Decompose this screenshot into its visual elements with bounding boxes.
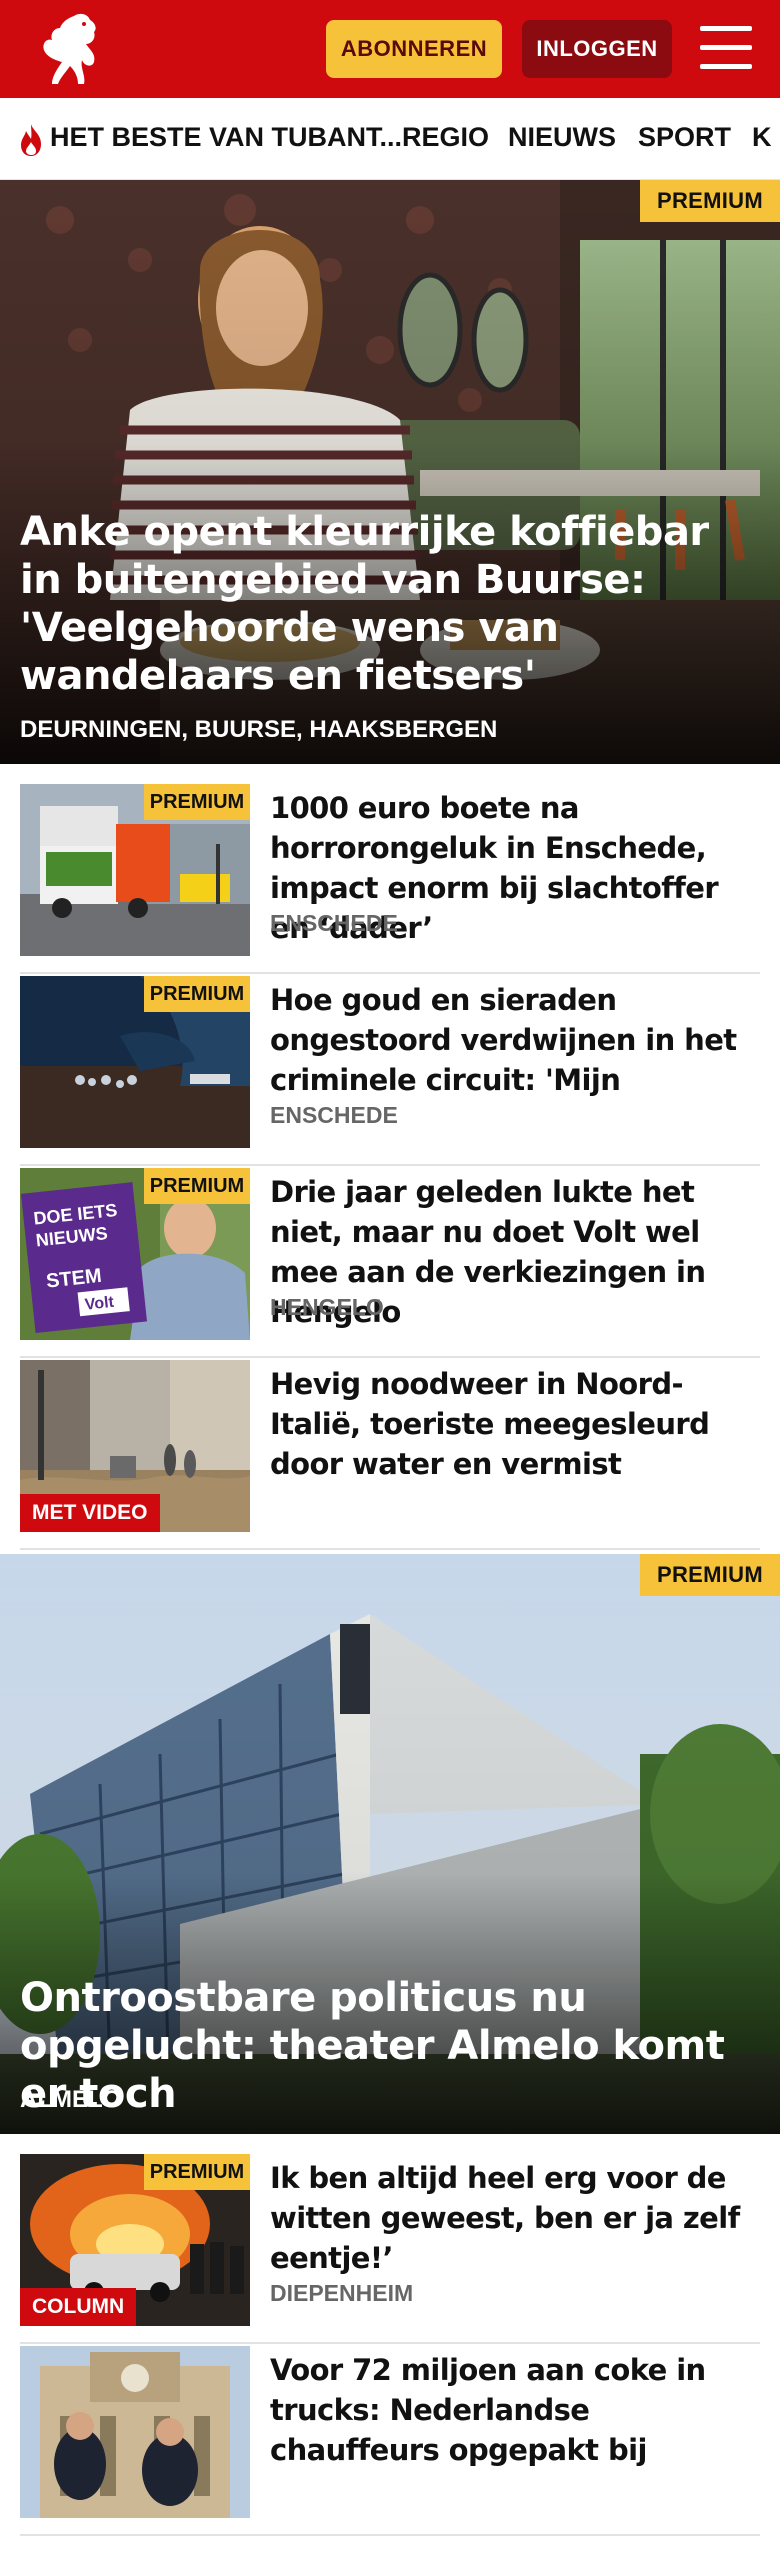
article-item[interactable]: PREMIUM COLUMN Ik ben altijd heel erg vo…	[20, 2154, 760, 2344]
article-location: ENSCHEDE	[270, 1102, 398, 1128]
article-title[interactable]: Hevig noodweer in Noord-Italië, toeriste…	[270, 1364, 760, 1484]
article-item[interactable]: PREMIUM Hoe goud en sieraden ongestoord …	[20, 976, 760, 1166]
subscribe-button[interactable]: ABONNEREN	[326, 20, 502, 78]
section-nav: HET BESTE VAN TUBANT... REGIO NIEUWS SPO…	[0, 98, 780, 180]
article-location: HENGELO	[270, 1294, 384, 1320]
hero-location: ALMELO	[20, 2086, 122, 2113]
hero-article-koffiebar[interactable]: PREMIUM Anke opent kleurrijke koffiebar …	[0, 180, 780, 764]
hamburger-menu-icon[interactable]	[700, 24, 752, 72]
premium-badge: PREMIUM	[640, 1554, 780, 1596]
thumbnail-fire: PREMIUM COLUMN	[20, 2154, 250, 2326]
article-title[interactable]: Voor 72 miljoen aan coke in trucks: Nede…	[270, 2350, 760, 2470]
premium-badge: PREMIUM	[640, 180, 780, 222]
nav-item-sport[interactable]: SPORT	[638, 122, 731, 153]
article-item[interactable]: PREMIUM 1000 euro boete na horroronge­lu…	[20, 784, 760, 974]
hero-article-theater[interactable]: PREMIUM Ontroostbare politicus nu opgelu…	[0, 1554, 780, 2134]
thumbnail-volt: DOE IETS NIEUWS STEM Volt PREMIUM	[20, 1168, 250, 1340]
hero-location: DEURNINGEN, BUURSE, HAAKSBERGEN	[20, 716, 498, 743]
article-item[interactable]: DOE IETS NIEUWS STEM Volt PREMIUM Drie j…	[20, 1168, 760, 1358]
article-item[interactable]: Voor 72 miljoen aan coke in trucks: Nede…	[20, 2346, 760, 2536]
nav-item-truncated[interactable]: K	[752, 122, 772, 153]
premium-badge: PREMIUM	[144, 2154, 250, 2190]
thumbnail-jewelry: PREMIUM	[20, 976, 250, 1148]
premium-badge: PREMIUM	[144, 976, 250, 1012]
article-location: DIEPENHEIM	[270, 2280, 414, 2306]
column-badge: COLUMN	[20, 2288, 137, 2326]
nav-item-best-of-tubantia[interactable]: HET BESTE VAN TUBANT...	[50, 122, 402, 153]
article-title[interactable]: Hoe goud en sieraden ongestoord verdwijn…	[270, 980, 760, 1100]
thumbnail-police	[20, 2346, 250, 2518]
video-badge: MET VIDEO	[20, 1494, 160, 1532]
thumbnail-flood: MET VIDEO	[20, 1360, 250, 1532]
nav-item-regio[interactable]: REGIO	[402, 122, 489, 153]
hero-headline[interactable]: Ontroostbare politicus nu opgelucht: the…	[20, 1974, 760, 2118]
sign-text: Volt	[84, 1294, 115, 1314]
flame-icon	[21, 124, 41, 156]
thumbnail-accident: PREMIUM	[20, 784, 250, 956]
premium-badge: PREMIUM	[144, 1168, 250, 1204]
article-title[interactable]: Ik ben altijd heel erg voor de witten ge…	[270, 2158, 760, 2278]
article-location: ENSCHEDE	[270, 910, 398, 936]
hero-headline[interactable]: Anke opent kleurrijke koffiebar in buite…	[20, 508, 760, 700]
nav-item-nieuws[interactable]: NIEUWS	[508, 122, 616, 153]
article-item[interactable]: MET VIDEO Hevig noodweer in Noord-Italië…	[20, 1360, 760, 1550]
top-header: ABONNEREN INLOGGEN	[0, 0, 780, 98]
tubantia-horse-logo[interactable]	[34, 10, 106, 90]
login-button[interactable]: INLOGGEN	[522, 20, 672, 78]
premium-badge: PREMIUM	[144, 784, 250, 820]
